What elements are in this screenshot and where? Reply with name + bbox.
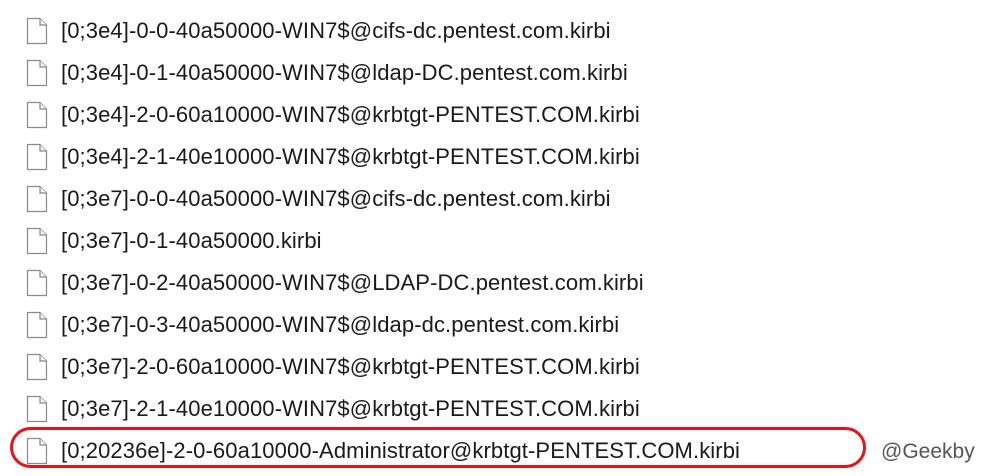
file-name: [0;3e4]-0-1-40a50000-WIN7$@ldap-DC.pente… (61, 60, 628, 85)
file-icon (26, 185, 48, 213)
file-row[interactable]: [0;3e7]-2-1-40e10000-WIN7$@krbtgt-PENTES… (0, 388, 994, 430)
file-name: [0;3e4]-0-0-40a50000-WIN7$@cifs-dc.pente… (61, 18, 611, 43)
file-name: [0;3e7]-0-2-40a50000-WIN7$@LDAP-DC.pente… (61, 270, 644, 295)
file-icon (26, 269, 48, 297)
file-row[interactable]: [0;3e7]-0-2-40a50000-WIN7$@LDAP-DC.pente… (0, 262, 994, 304)
file-row[interactable]: [0;3e7]-0-1-40a50000.kirbi (0, 220, 994, 262)
file-name: [0;3e4]-2-0-60a10000-WIN7$@krbtgt-PENTES… (61, 102, 640, 127)
file-row[interactable]: [0;3e7]-2-0-60a10000-WIN7$@krbtgt-PENTES… (0, 346, 994, 388)
file-row[interactable]: [0;3e4]-0-0-40a50000-WIN7$@cifs-dc.pente… (0, 10, 994, 52)
file-row[interactable]: [0;3e7]-0-0-40a50000-WIN7$@cifs-dc.pente… (0, 178, 994, 220)
file-row[interactable]: [0;3e4]-2-1-40e10000-WIN7$@krbtgt-PENTES… (0, 136, 994, 178)
file-name: [0;3e7]-0-3-40a50000-WIN7$@ldap-dc.pente… (61, 312, 620, 337)
file-name: [0;3e7]-0-0-40a50000-WIN7$@cifs-dc.pente… (61, 186, 611, 211)
file-icon (26, 101, 48, 129)
file-name: [0;20236e]-2-0-60a10000-Administrator@kr… (61, 438, 741, 463)
file-icon (26, 395, 48, 423)
file-list: [0;3e4]-0-0-40a50000-WIN7$@cifs-dc.pente… (0, 10, 994, 472)
file-icon (26, 353, 48, 381)
file-row[interactable]: [0;3e4]-2-0-60a10000-WIN7$@krbtgt-PENTES… (0, 94, 994, 136)
file-icon (26, 17, 48, 45)
file-icon (26, 143, 48, 171)
file-name: [0;3e7]-2-1-40e10000-WIN7$@krbtgt-PENTES… (61, 396, 640, 421)
file-row[interactable]: [0;3e7]-0-3-40a50000-WIN7$@ldap-dc.pente… (0, 304, 994, 346)
file-row-highlighted[interactable]: [0;20236e]-2-0-60a10000-Administrator@kr… (0, 430, 994, 472)
watermark: @Geekby (881, 440, 975, 463)
file-name: [0;3e4]-2-1-40e10000-WIN7$@krbtgt-PENTES… (61, 144, 640, 169)
file-icon (26, 311, 48, 339)
file-icon (26, 59, 48, 87)
file-icon (26, 227, 48, 255)
file-row[interactable]: [0;3e4]-0-1-40a50000-WIN7$@ldap-DC.pente… (0, 52, 994, 94)
file-name: [0;3e7]-0-1-40a50000.kirbi (61, 228, 322, 253)
file-icon (26, 437, 48, 465)
file-name: [0;3e7]-2-0-60a10000-WIN7$@krbtgt-PENTES… (61, 354, 640, 379)
